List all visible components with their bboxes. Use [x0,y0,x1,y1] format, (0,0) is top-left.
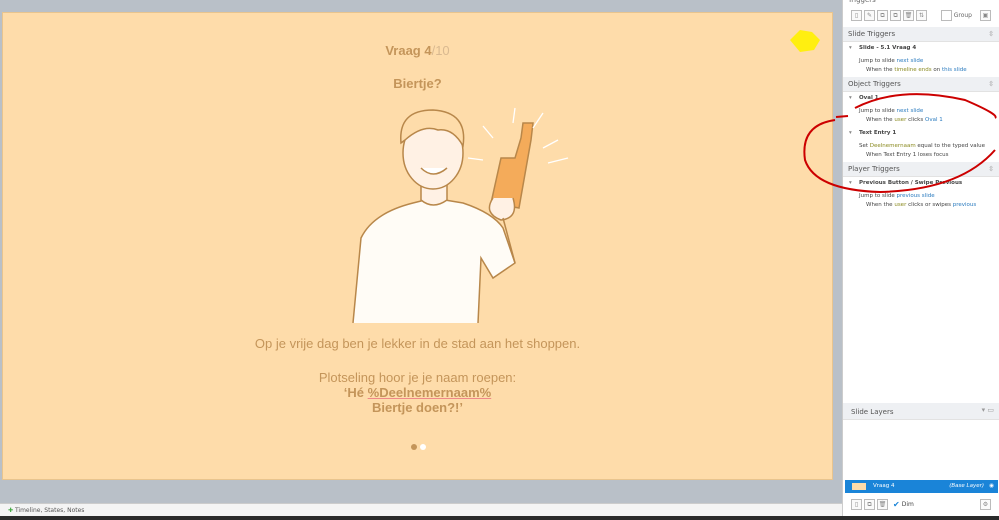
delete-layer-icon[interactable]: 🗑 [877,499,888,510]
new-layer-icon[interactable]: ▯ [851,499,862,510]
dot-active[interactable] [411,444,417,450]
delete-icon[interactable]: 🗑 [903,10,914,21]
slide-canvas[interactable]: Vraag 4/10 Biertje? Op je vrije dag ben … [2,12,833,480]
layer-item[interactable]: Vraag 4 (Base Layer) ◉ [845,480,998,493]
variable-reference: %Deelnemernaam% [367,385,492,400]
triggers-panel: Triggers ▯ ✎ ⧉ ⧉ 🗑 ⇅ Group ▣ Slide Trigg… [842,0,999,520]
gear-icon[interactable]: ⚙ [980,499,991,510]
paragraph-intro: Op je vrije dag ben je lekker in de stad… [254,336,581,351]
triggers-toolbar: ▯ ✎ ⧉ ⧉ 🗑 ⇅ Group ▣ [843,4,999,27]
trigger-action[interactable]: Jump to slide previous slide When the us… [843,190,999,212]
trigger-action[interactable]: Set Deelnemernaam equal to the typed val… [843,140,999,162]
timeline-icon: ✚ [8,507,15,514]
copy-icon[interactable]: ⧉ [877,10,888,21]
question-counter: Vraag 4/10 [385,43,450,58]
player-triggers-header[interactable]: Player Triggers ⇳ [843,162,999,177]
group-label: Group [953,12,972,19]
trigger-object[interactable]: Oval 1 [843,92,999,105]
layers-toolbar: ▯ ⧉ 🗑 ✔ Dim ⚙ [843,499,999,510]
collapse-icon[interactable]: ▣ [980,10,991,21]
dim-label: Dim [901,501,914,508]
dot[interactable] [420,444,426,450]
edit-trigger-icon[interactable]: ✎ [864,10,875,21]
duplicate-layer-icon[interactable]: ⧉ [864,499,875,510]
trigger-object[interactable]: Text Entry 1 [843,127,999,140]
pagination-dots [411,444,426,450]
man-with-bottle-illustration [352,107,569,323]
dim-checkbox[interactable]: ✔ [893,500,900,509]
object-triggers-header[interactable]: Object Triggers ⇳ [843,77,999,92]
slide-triggers-header[interactable]: Slide Triggers ⇳ [843,27,999,42]
taskbar [0,516,999,520]
new-trigger-icon[interactable]: ▯ [851,10,862,21]
paragraph-call: Plotseling hoor je je naam roepen: ‘Hé %… [318,370,517,415]
move-icon[interactable]: ⇅ [916,10,927,21]
slide-heading: Biertje? [393,76,442,91]
layer-thumbnail [852,483,866,490]
trigger-object[interactable]: Previous Button / Swipe Previous [843,177,999,190]
trigger-action[interactable]: Jump to slide next slide When the user c… [843,105,999,127]
trigger-action[interactable]: Jump to slide next slide When the timeli… [843,55,999,77]
trigger-object[interactable]: Slide - 5.1 Vraag 4 [843,42,999,55]
group-checkbox[interactable] [940,10,952,21]
slide-layers-header[interactable]: Slide Layers ▾ ▭ [843,403,999,420]
paste-icon[interactable]: ⧉ [890,10,901,21]
timeline-tab[interactable]: ✚ Timeline, States, Notes [0,503,842,516]
eye-icon[interactable]: ◉ [989,480,994,493]
